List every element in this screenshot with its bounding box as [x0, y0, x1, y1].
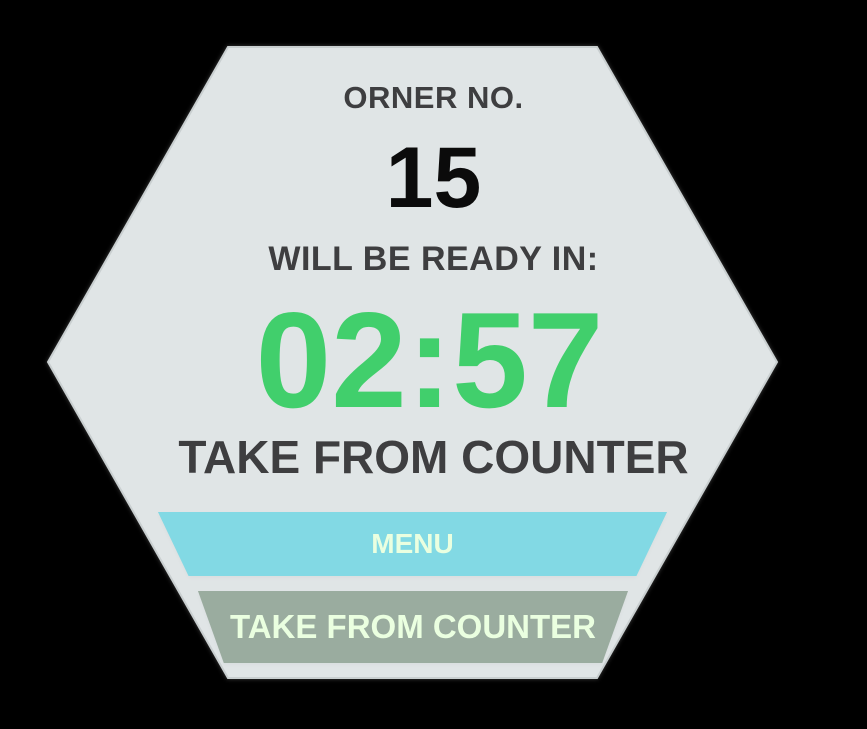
menu-button[interactable]: MENU — [158, 512, 667, 576]
countdown-timer: 02:57 — [255, 284, 604, 436]
pickup-instruction: TAKE FROM COUNTER — [178, 431, 689, 483]
order-number: 15 — [385, 130, 482, 226]
menu-button-label: MENU — [371, 528, 454, 559]
take-from-counter-button-label: TAKE FROM COUNTER — [229, 608, 597, 645]
ready-in-label: WILL BE READY IN: — [268, 240, 599, 278]
order-number-label: ORNER NO. — [343, 80, 524, 115]
take-from-counter-button[interactable]: TAKE FROM COUNTER — [198, 591, 628, 663]
order-status-screen: ORNER NO. 15 WILL BE READY IN: 02:57 TAK… — [0, 0, 867, 729]
